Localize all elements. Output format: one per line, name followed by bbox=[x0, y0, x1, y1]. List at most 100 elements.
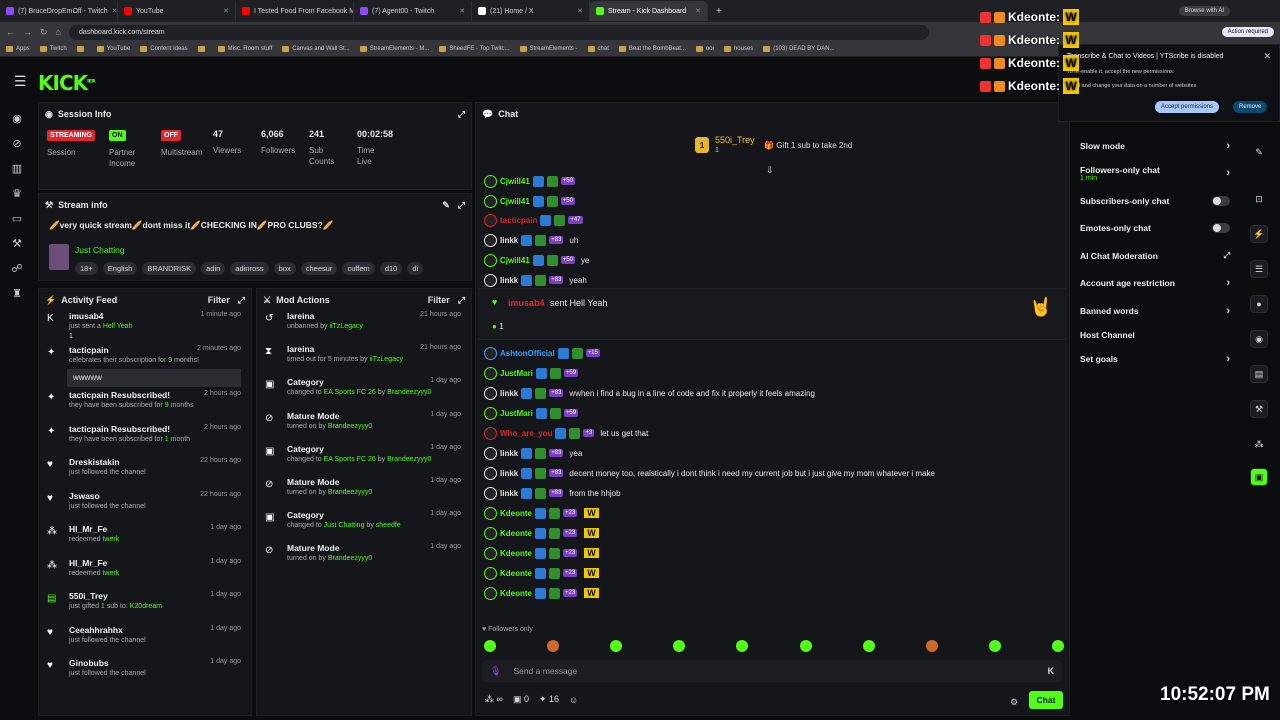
avatar[interactable] bbox=[484, 386, 497, 400]
avatar[interactable] bbox=[484, 253, 497, 267]
bookmark-item[interactable]: chat bbox=[587, 46, 609, 52]
settings-icon[interactable]: ⚙ bbox=[1010, 697, 1018, 708]
chat-username[interactable]: linkk bbox=[500, 489, 518, 498]
browse-ai-button[interactable]: Browse with AI bbox=[1178, 6, 1230, 16]
feed-highlight[interactable]: Brandeezyyy0 bbox=[328, 423, 372, 430]
emote-icon[interactable] bbox=[799, 640, 812, 652]
tag-chip[interactable]: cheesur bbox=[300, 262, 338, 275]
avatar[interactable] bbox=[484, 273, 497, 287]
chat-username[interactable]: Kdeonte bbox=[500, 509, 532, 518]
feed-highlight[interactable]: 1 bbox=[165, 436, 169, 443]
bookmark-item[interactable]: Misc. Room stuff bbox=[217, 46, 272, 52]
chat-username[interactable]: linkk bbox=[500, 469, 518, 478]
feed-highlight[interactable]: twerk bbox=[102, 536, 119, 543]
feed-highlight[interactable]: iiTzLegacy bbox=[329, 323, 362, 330]
feed-item[interactable]: ↺ lareina 21 hours ago unbanned by iiTzLega… bbox=[265, 311, 463, 343]
edit-icon[interactable]: ✎ bbox=[442, 200, 450, 211]
avatar[interactable] bbox=[484, 586, 497, 600]
chat-message[interactable]: linkk +83 yea bbox=[484, 444, 582, 462]
user-icon[interactable]: ☺ bbox=[569, 695, 578, 705]
avatar[interactable] bbox=[484, 174, 497, 188]
chat-username[interactable]: JustMari bbox=[500, 369, 533, 378]
tag-chip[interactable]: d10 bbox=[379, 262, 403, 275]
sparkle-icon[interactable]: ✦ 16 bbox=[539, 694, 559, 705]
category-link[interactable]: Just Chatting bbox=[75, 245, 125, 255]
chat-message[interactable]: Kdeonte +23 W bbox=[484, 544, 599, 562]
chat-username[interactable]: Cjwill41 bbox=[500, 177, 530, 186]
bookmark-item[interactable]: ooi bbox=[695, 46, 714, 52]
edit-icon[interactable]: ✎ bbox=[1250, 143, 1268, 161]
feed-item[interactable]: ♥ Jswaso 22 hours ago just followed the cha… bbox=[47, 491, 243, 523]
bookmark-item[interactable]: Beat the BombBeat... bbox=[618, 46, 686, 52]
chat-message[interactable]: Kdeonte +23 W bbox=[484, 564, 599, 582]
remove-extension-button[interactable]: Remove bbox=[1233, 101, 1268, 113]
tag-chip[interactable]: box bbox=[273, 262, 296, 275]
screenshare-icon[interactable]: ▣ bbox=[1250, 468, 1268, 486]
chat-message[interactable]: Kdeonte +23 W bbox=[484, 584, 599, 602]
close-tab-icon[interactable]: ✕ bbox=[695, 7, 701, 15]
video-icon[interactable]: ▭ bbox=[10, 212, 24, 226]
feed-item[interactable]: ⊘ Mature Mode 1 day ago turned on by Brande… bbox=[265, 543, 463, 575]
feed-highlight[interactable]: 9 bbox=[165, 402, 169, 409]
chat-message[interactable]: linkk +83 decent money too, realstically i… bbox=[484, 464, 935, 482]
chat-setting-item[interactable]: Host Channel bbox=[1080, 326, 1230, 344]
layout-icon[interactable]: ▤ bbox=[1250, 365, 1268, 383]
chat-input-box[interactable]: 🎙 Send a message K bbox=[482, 660, 1062, 682]
category-thumbnail[interactable] bbox=[49, 244, 69, 270]
pin-icon[interactable]: ⇩ bbox=[766, 165, 774, 176]
mod-icon[interactable]: ♜ bbox=[10, 287, 24, 301]
avatar[interactable] bbox=[484, 233, 497, 247]
toggle-switch[interactable] bbox=[1212, 196, 1230, 206]
mod-filter-button[interactable]: Filter bbox=[428, 295, 450, 305]
gift-user[interactable]: imusab4 bbox=[508, 298, 545, 308]
tag-chip[interactable]: adinross bbox=[230, 262, 269, 275]
chat-username[interactable]: linkk bbox=[500, 276, 518, 285]
feed-highlight[interactable]: Brandeezyyy0 bbox=[387, 456, 431, 463]
chat-send-button[interactable]: Chat bbox=[1029, 691, 1063, 709]
emote-icon[interactable] bbox=[484, 640, 496, 652]
gift-prompt[interactable]: 🎁 Gift 1 sub to take 2nd bbox=[764, 141, 852, 150]
tag-chip[interactable]: BRANDRISK bbox=[142, 262, 197, 275]
avatar[interactable] bbox=[484, 346, 497, 360]
feed-item[interactable]: ✦ tacticpain Resubscribed! 2 hours ago they… bbox=[47, 424, 243, 456]
chat-setting-item[interactable]: Followers-only chat 1 min › bbox=[1080, 164, 1230, 182]
popout-icon[interactable]: ⤢ bbox=[458, 295, 465, 306]
feed-highlight[interactable]: EA Sports FC 26 bbox=[324, 456, 376, 463]
feed-highlight[interactable]: Brandeezyyy0 bbox=[328, 489, 372, 496]
close-tab-icon[interactable]: ✕ bbox=[112, 7, 117, 15]
accept-permissions-button[interactable]: Accept permissions bbox=[1155, 101, 1220, 113]
feed-item[interactable]: ♥ Ginobubs 1 day ago just followed the chan… bbox=[47, 658, 243, 690]
feed-item[interactable]: ▣ Category 1 day ago changed to EA Sports F… bbox=[265, 444, 463, 476]
stream-icon[interactable]: ◉ bbox=[10, 112, 24, 126]
close-tab-icon[interactable]: ✕ bbox=[577, 7, 583, 15]
chat-username[interactable]: JustMari bbox=[500, 409, 533, 418]
feed-highlight[interactable]: 1 bbox=[101, 603, 105, 610]
emote-icon[interactable] bbox=[925, 640, 938, 652]
bookmark-item[interactable] bbox=[197, 46, 208, 52]
feed-item[interactable]: ♥ Dreskistakin 22 hours ago just followed t… bbox=[47, 457, 243, 489]
feed-item[interactable]: ♥ Ceeahhrahhx 1 day ago just followed the c… bbox=[47, 625, 243, 657]
chat-setting-item[interactable]: Set goals › bbox=[1080, 350, 1230, 368]
emote-icon[interactable] bbox=[988, 640, 1001, 652]
reload-icon[interactable]: ↻ bbox=[40, 27, 48, 38]
avatar[interactable] bbox=[484, 406, 497, 420]
avatar[interactable] bbox=[484, 213, 497, 227]
link-icon[interactable]: ⊘ bbox=[10, 137, 24, 151]
bookmark-item[interactable]: (103) DEAD BY DAN... bbox=[763, 46, 835, 52]
feed-item[interactable]: ▤ 550i_Trey 1 day ago just gifted 1 sub to:… bbox=[47, 591, 243, 623]
activity-filter-button[interactable]: Filter bbox=[208, 295, 230, 305]
chat-message[interactable]: linkk +83 from the hhjob bbox=[484, 484, 621, 502]
feed-item[interactable]: ▣ Category 1 day ago changed to Just Chatti… bbox=[265, 510, 463, 542]
chat-setting-item[interactable]: Banned words › bbox=[1080, 302, 1230, 320]
emote-picker-icon[interactable]: K bbox=[1048, 666, 1055, 676]
toggle-switch[interactable] bbox=[1212, 223, 1230, 233]
screen-icon[interactable]: ⊡ bbox=[1250, 190, 1268, 208]
avatar[interactable] bbox=[484, 506, 497, 520]
top-gifter-name[interactable]: 550i_Trey bbox=[715, 135, 755, 145]
wrench-icon[interactable]: ⚒ bbox=[1250, 400, 1268, 418]
browser-tab[interactable]: I Tested Food From Facebook M✕ bbox=[236, 1, 354, 21]
chat-setting-item[interactable]: Slow mode › bbox=[1080, 137, 1230, 155]
emote-icon[interactable] bbox=[1051, 640, 1064, 652]
chat-message[interactable]: Cjwill41 +50 bbox=[484, 192, 581, 210]
feed-highlight[interactable]: iiTzLegacy bbox=[370, 356, 403, 363]
